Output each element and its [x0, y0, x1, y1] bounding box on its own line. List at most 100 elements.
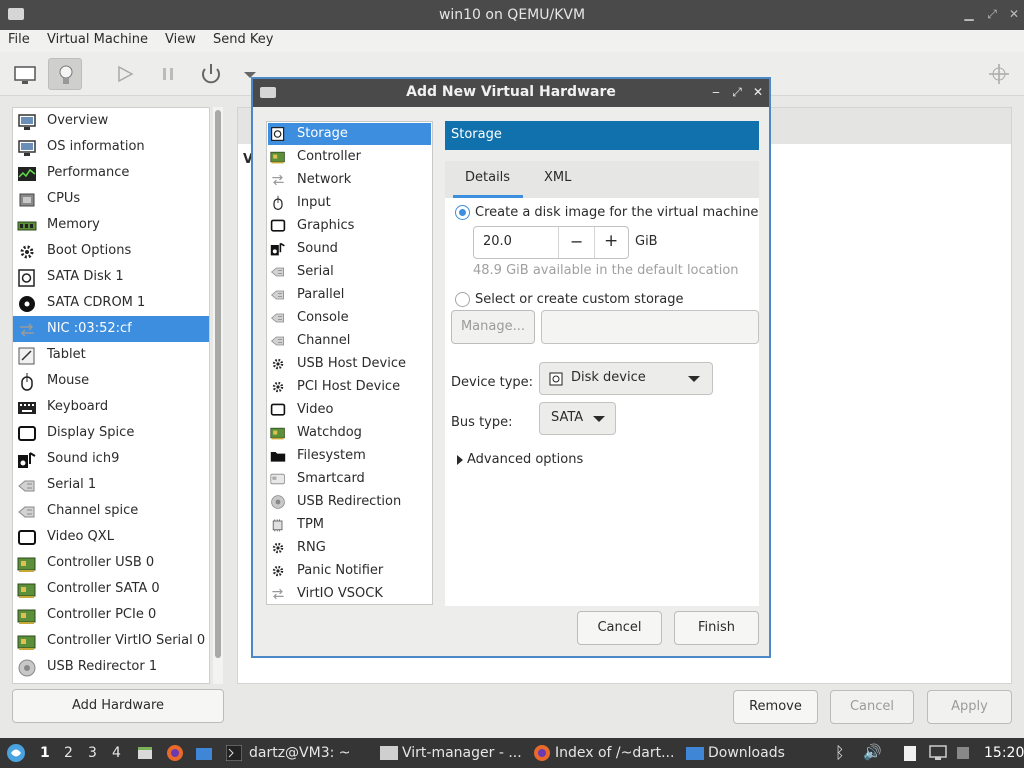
task-terminal[interactable]: dartz@VM3: ~	[249, 745, 351, 761]
menu-virtual-machine[interactable]: Virtual Machine	[47, 32, 148, 47]
console-view-button[interactable]	[8, 58, 42, 90]
device-type-item[interactable]: Network	[268, 169, 431, 191]
maximize-icon[interactable]: ⤢	[730, 85, 744, 99]
pause-button[interactable]	[152, 58, 186, 90]
close-icon[interactable]: ✕	[1007, 7, 1021, 21]
task-firefox[interactable]: Index of /~dart...	[555, 745, 674, 761]
device-type-item[interactable]: Console	[268, 307, 431, 329]
apply-button[interactable]: Apply	[927, 690, 1012, 724]
device-type-item[interactable]: Serial	[268, 261, 431, 283]
device-type-item[interactable]: RNG	[268, 537, 431, 559]
hardware-item[interactable]: Controller PCIe 0	[13, 602, 209, 628]
scrollbar-thumb[interactable]	[215, 110, 221, 658]
menu-file[interactable]: File	[8, 32, 30, 47]
device-type-item[interactable]: Panic Notifier	[268, 560, 431, 582]
hardware-item[interactable]: Memory	[13, 212, 209, 238]
create-disk-label: Create a disk image for the virtual mach…	[475, 205, 759, 220]
clipboard-icon[interactable]	[901, 744, 919, 762]
task-virt-manager[interactable]: Virt-manager - ...	[402, 745, 522, 761]
device-type-item[interactable]: Smartcard	[268, 468, 431, 490]
hardware-item[interactable]: Mouse	[13, 368, 209, 394]
device-type-item[interactable]: Storage	[268, 123, 431, 145]
storage-path-input[interactable]	[541, 310, 759, 344]
remove-button[interactable]: Remove	[733, 690, 818, 724]
increment-button[interactable]: +	[604, 231, 618, 251]
bluetooth-icon[interactable]: ᛒ	[835, 743, 845, 762]
create-disk-radio[interactable]	[455, 205, 470, 220]
hardware-item[interactable]: Controller VirtIO Serial 0	[13, 628, 209, 654]
hardware-item[interactable]: SATA Disk 1	[13, 264, 209, 290]
fullscreen-button[interactable]	[982, 58, 1016, 90]
hardware-item[interactable]: Controller SATA 0	[13, 576, 209, 602]
files-launcher-icon[interactable]	[136, 744, 154, 762]
workspace-2[interactable]: 2	[64, 745, 73, 761]
tab-xml[interactable]: XML	[544, 170, 571, 185]
power-status-icon[interactable]	[955, 745, 971, 761]
hardware-item[interactable]: OS information	[13, 134, 209, 160]
hardware-item[interactable]: Sound ich9	[13, 446, 209, 472]
details-view-button[interactable]	[48, 58, 82, 90]
device-type-item[interactable]: TPM	[268, 514, 431, 536]
device-type-select[interactable]: Disk device	[539, 362, 713, 395]
network-status-icon[interactable]	[929, 745, 947, 761]
run-button[interactable]	[108, 58, 142, 90]
hardware-item[interactable]: NIC :03:52:cf	[13, 316, 209, 342]
device-type-item[interactable]: Watchdog	[268, 422, 431, 444]
device-type-item[interactable]: Input	[268, 192, 431, 214]
hardware-item[interactable]: Display Spice	[13, 420, 209, 446]
folder-launcher-icon[interactable]	[195, 744, 213, 762]
start-menu-icon[interactable]	[6, 743, 26, 763]
menu-send-key[interactable]: Send Key	[213, 32, 273, 47]
hardware-item[interactable]: Serial 1	[13, 472, 209, 498]
device-type-item[interactable]: VirtIO VSOCK	[268, 583, 431, 605]
custom-storage-radio[interactable]	[455, 292, 470, 307]
workspace-1[interactable]: 1	[40, 745, 50, 761]
hardware-item[interactable]: Boot Options	[13, 238, 209, 264]
display-icon	[270, 403, 286, 416]
disk-size-input[interactable]: 20.0	[483, 234, 512, 249]
hardware-item[interactable]: SATA CDROM 1	[13, 290, 209, 316]
expander-arrow-icon[interactable]	[457, 455, 463, 465]
tab-details[interactable]: Details	[465, 170, 510, 185]
hardware-item[interactable]: Video QXL	[13, 524, 209, 550]
device-type-item[interactable]: Channel	[268, 330, 431, 352]
hardware-item[interactable]: CPUs	[13, 186, 209, 212]
manage-button[interactable]: Manage...	[451, 310, 535, 344]
menu-view[interactable]: View	[165, 32, 196, 47]
finish-button[interactable]: Finish	[674, 611, 759, 645]
maximize-icon[interactable]: ⤢	[985, 7, 999, 21]
hardware-item[interactable]: Controller USB 0	[13, 550, 209, 576]
device-type-item[interactable]: PCI Host Device	[268, 376, 431, 398]
dialog-cancel-button[interactable]: Cancel	[577, 611, 662, 645]
device-type-item[interactable]: Video	[268, 399, 431, 421]
hardware-item[interactable]: USB Redirector 1	[13, 654, 209, 680]
add-hardware-button[interactable]: Add Hardware	[12, 689, 224, 723]
device-type-item[interactable]: Controller	[268, 146, 431, 168]
hardware-item[interactable]: Channel spice	[13, 498, 209, 524]
close-icon[interactable]: ✕	[751, 85, 765, 99]
workspace-3[interactable]: 3	[88, 745, 97, 761]
bus-type-select[interactable]: SATA	[539, 402, 616, 435]
decrement-button[interactable]: −	[570, 232, 583, 251]
shutdown-button[interactable]	[194, 58, 228, 90]
cancel-button[interactable]: Cancel	[830, 690, 914, 724]
task-downloads[interactable]: Downloads	[708, 745, 785, 761]
hardware-item-label: USB Redirector 1	[47, 659, 158, 674]
device-type-item[interactable]: Sound	[268, 238, 431, 260]
minimize-icon[interactable]: ▁	[962, 7, 976, 21]
device-type-item[interactable]: Parallel	[268, 284, 431, 306]
device-type-item[interactable]: Filesystem	[268, 445, 431, 467]
hardware-item[interactable]: Keyboard	[13, 394, 209, 420]
hardware-item[interactable]: Overview	[13, 108, 209, 134]
hardware-item[interactable]: Performance	[13, 160, 209, 186]
device-type-item[interactable]: USB Redirection	[268, 491, 431, 513]
workspace-4[interactable]: 4	[112, 745, 121, 761]
advanced-options-expander[interactable]: Advanced options	[467, 452, 583, 467]
hardware-item[interactable]: Tablet	[13, 342, 209, 368]
device-type-item[interactable]: USB Host Device	[268, 353, 431, 375]
device-type-item[interactable]: Graphics	[268, 215, 431, 237]
hardware-list-scrollbar[interactable]	[213, 107, 223, 684]
minimize-icon[interactable]: ‒	[709, 85, 723, 99]
firefox-launcher-icon[interactable]	[166, 744, 184, 762]
volume-icon[interactable]: 🔊	[863, 743, 882, 761]
